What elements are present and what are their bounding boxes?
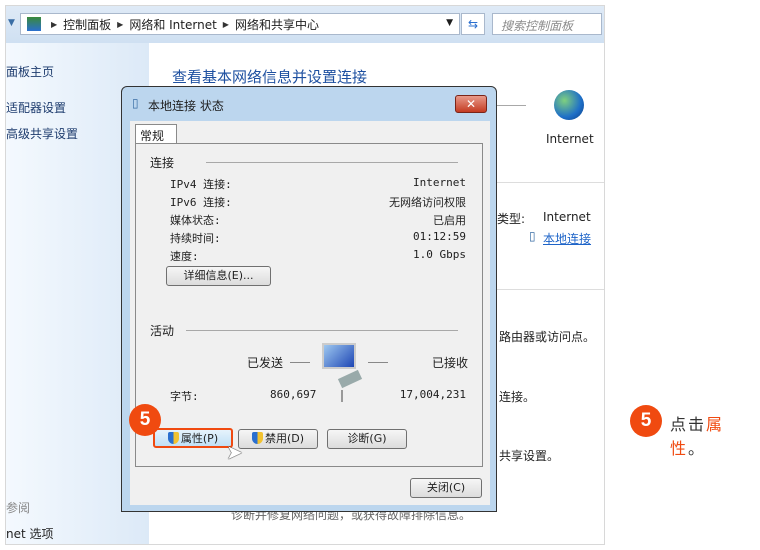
sidebar-item-internet-options[interactable]: net 选项 bbox=[6, 525, 54, 542]
chevron-right-icon: ▶ bbox=[222, 19, 229, 29]
refresh-icon[interactable]: ⇆ bbox=[461, 13, 485, 35]
sidebar-item-adapter-settings[interactable]: 适配器设置 bbox=[6, 99, 66, 116]
globe-icon bbox=[554, 90, 584, 120]
chevron-right-icon: ▶ bbox=[51, 19, 58, 29]
history-dropdown-icon[interactable]: ▼ bbox=[446, 18, 453, 28]
activity-section-heading: 活动 bbox=[150, 324, 175, 338]
dropdown-icon[interactable]: ▼ bbox=[8, 18, 15, 28]
general-panel: 连接 IPv4 连接: Internet IPv6 连接: 无网络访问权限 媒体… bbox=[135, 143, 483, 467]
bytes-sent-value: 860,697 bbox=[270, 388, 317, 401]
speed-label: 速度: bbox=[170, 250, 199, 263]
chevron-right-icon: ▶ bbox=[117, 19, 124, 29]
speed-value: 1.0 Gbps bbox=[413, 248, 466, 261]
access-type-value: Internet bbox=[543, 210, 591, 224]
see-also-heading: 参阅 bbox=[6, 501, 31, 515]
tab-general[interactable]: 常规 bbox=[135, 124, 177, 144]
step-badge: 5 bbox=[129, 404, 161, 436]
sidebar-item-home[interactable]: 面板主页 bbox=[6, 63, 54, 80]
ipv4-value: Internet bbox=[413, 176, 466, 189]
properties-button[interactable]: 属性(P) bbox=[153, 428, 233, 448]
breadcrumb-item[interactable]: 控制面板 bbox=[63, 16, 111, 33]
uac-shield-icon bbox=[251, 432, 263, 444]
close-button[interactable]: 关闭(C) bbox=[410, 478, 482, 498]
breadcrumb-item[interactable]: 网络和共享中心 bbox=[235, 16, 319, 33]
duration-label: 持续时间: bbox=[170, 232, 221, 245]
network-computers-icon bbox=[322, 343, 356, 369]
sidebar-item-advanced-sharing[interactable]: 高级共享设置 bbox=[6, 125, 78, 142]
sharing-text: 共享设置。 bbox=[499, 449, 560, 463]
step-badge-legend: 5 bbox=[630, 405, 662, 437]
page-title: 查看基本网络信息并设置连接 bbox=[172, 68, 368, 86]
bytes-received-value: 17,004,231 bbox=[399, 388, 466, 401]
received-label: 已接收 bbox=[431, 356, 468, 370]
disable-button-label: 禁用(D) bbox=[264, 432, 305, 445]
duration-value: 01:12:59 bbox=[413, 230, 466, 243]
close-icon[interactable]: ✕ bbox=[455, 95, 487, 113]
cable-icon bbox=[337, 369, 363, 389]
diagnose-button[interactable]: 诊断(G) bbox=[327, 429, 407, 449]
sent-label: 已发送 bbox=[247, 356, 284, 370]
mouse-cursor-icon: ➤ bbox=[226, 440, 243, 464]
connect-text: 连接。 bbox=[499, 390, 536, 404]
network-adapter-icon: ▯ bbox=[132, 96, 139, 110]
local-connection-link[interactable]: 本地连接 bbox=[543, 230, 591, 247]
internet-label: Internet bbox=[546, 132, 594, 146]
media-state-label: 媒体状态: bbox=[170, 214, 221, 227]
adapter-icon: ▯ bbox=[529, 229, 536, 243]
breadcrumb[interactable]: ▶ 控制面板 ▶ 网络和 Internet ▶ 网络和共享中心 ▼ bbox=[20, 13, 460, 35]
breadcrumb-item[interactable]: 网络和 Internet bbox=[129, 16, 216, 33]
search-input[interactable]: 搜索控制面板 bbox=[492, 13, 602, 35]
bytes-label: 字节: bbox=[170, 390, 199, 403]
step-instruction: 点击属性。 bbox=[670, 415, 725, 458]
setup-text: 路由器或访问点。 bbox=[499, 330, 596, 344]
connector-line bbox=[496, 105, 526, 106]
media-state-value: 已启用 bbox=[433, 214, 466, 227]
control-panel-icon bbox=[27, 17, 41, 31]
access-type-label: 类型: bbox=[497, 212, 526, 226]
disable-button[interactable]: 禁用(D) bbox=[238, 429, 318, 449]
uac-shield-icon bbox=[167, 432, 179, 444]
dialog-title: 本地连接 状态 bbox=[148, 99, 224, 113]
connection-section-heading: 连接 bbox=[150, 156, 175, 170]
local-connection-status-dialog: ▯ 本地连接 状态 ✕ 常规 连接 IPv4 连接: Internet IPv6… bbox=[121, 86, 497, 512]
ipv6-value: 无网络访问权限 bbox=[389, 196, 466, 209]
ipv4-label: IPv4 连接: bbox=[170, 178, 232, 191]
properties-button-label: 属性(P) bbox=[180, 432, 219, 445]
ipv6-label: IPv6 连接: bbox=[170, 196, 232, 209]
details-button[interactable]: 详细信息(E)... bbox=[166, 266, 271, 286]
address-bar: ▼ ▶ 控制面板 ▶ 网络和 Internet ▶ 网络和共享中心 ▼ ⇆ 搜索… bbox=[6, 6, 604, 43]
